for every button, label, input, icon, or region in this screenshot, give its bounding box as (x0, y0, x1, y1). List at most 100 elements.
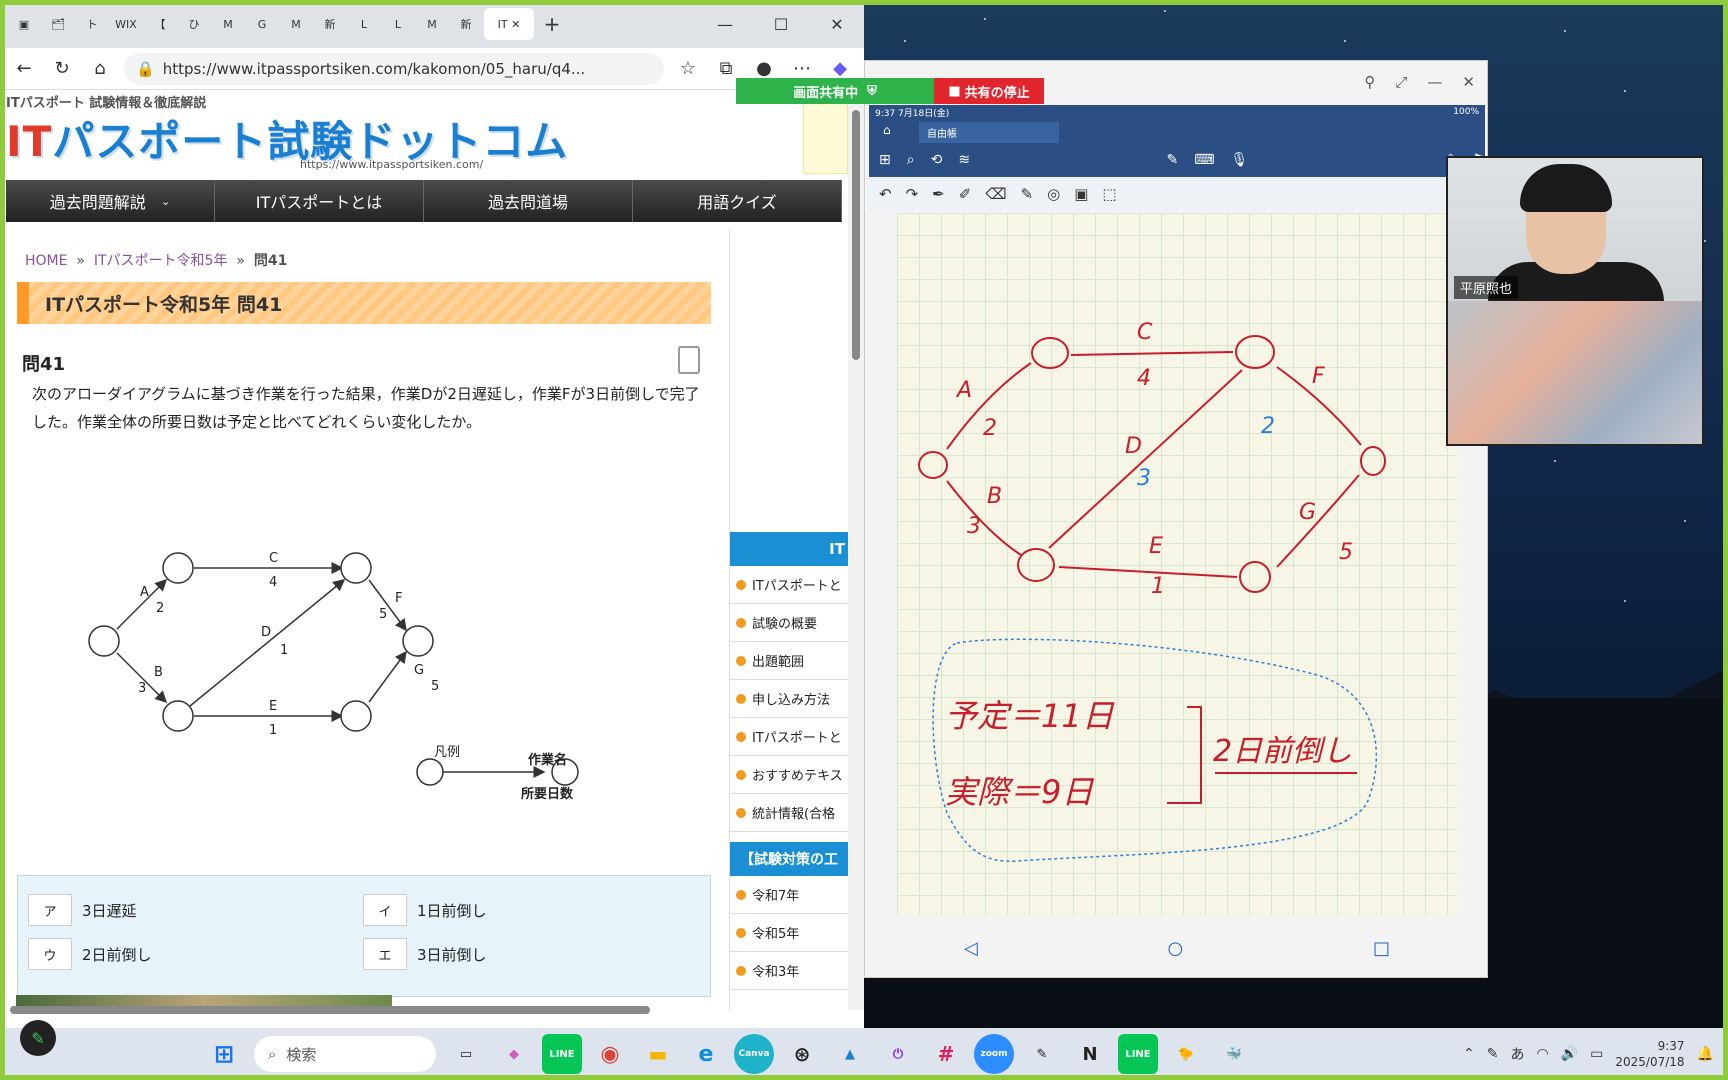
sidebar-item[interactable]: ITパスポートと (730, 718, 848, 756)
pen-tray-icon[interactable]: ✎ (1487, 1046, 1499, 1062)
start-button[interactable]: ⊞ (204, 1034, 244, 1074)
close-icon[interactable]: ✕ (1462, 73, 1475, 91)
browser-tab[interactable]: 【 (144, 8, 176, 40)
docker-icon[interactable]: 🐳 (1214, 1034, 1254, 1074)
ime-indicator[interactable]: あ (1511, 1044, 1525, 1064)
pen-icon[interactable]: ✒ (932, 185, 945, 203)
address-bar[interactable]: 🔒 https://www.itpassportsiken.com/kakomo… (124, 52, 664, 85)
favorites-icon[interactable]: ☆ (674, 58, 702, 79)
close-button[interactable]: ✕ (810, 15, 864, 34)
recents-icon[interactable]: □ (1373, 938, 1390, 959)
volume-icon[interactable]: 🔊 (1561, 1046, 1578, 1062)
marker-icon[interactable]: ✎ (1021, 185, 1034, 203)
copilot-icon[interactable]: ◆ (494, 1034, 534, 1074)
handwritten-note-canvas[interactable]: A 2 B 3 C 4 D E 1 F G 5 予定＝11日 実際＝9日 2日前… (897, 213, 1457, 915)
sidebar-item[interactable]: 令和7年 (730, 876, 848, 914)
breadcrumb-home[interactable]: HOME (25, 253, 67, 269)
mic-icon[interactable]: 🎙 (1230, 152, 1248, 168)
audio-icon[interactable]: ≋ (958, 152, 970, 168)
duck-app-icon[interactable]: 🐤 (1166, 1034, 1206, 1074)
app-icon[interactable]: ▲ (830, 1034, 870, 1074)
chatgpt-icon[interactable]: ⊛ (782, 1034, 822, 1074)
line-icon[interactable]: LINE (542, 1034, 582, 1074)
back-icon[interactable]: ◁ (964, 938, 978, 959)
browser-tab-active[interactable]: IT ✕ (484, 8, 534, 40)
pen-mode-icon[interactable]: ✎ (1167, 152, 1179, 168)
sidebar-item[interactable]: おすすめテキス (730, 756, 848, 794)
search-icon[interactable]: ⌕ (907, 152, 915, 168)
sidebar-item[interactable]: 出題範囲 (730, 642, 848, 680)
choice-c[interactable]: ウ 2日前倒し (28, 938, 152, 970)
battery-icon[interactable]: ▭ (1590, 1046, 1603, 1062)
browser-tab[interactable]: WIX (110, 8, 142, 40)
image-icon[interactable]: ▣ (1074, 185, 1088, 203)
home-icon[interactable]: ⌂ (86, 58, 114, 79)
pen-menu-button[interactable]: ✎ (20, 1020, 56, 1056)
clock[interactable]: 9:37 2025/07/18 (1615, 1038, 1684, 1070)
browser-tab[interactable]: ひ (178, 8, 210, 40)
home-icon[interactable]: ○ (1168, 938, 1184, 959)
copilot-icon[interactable]: ◆ (826, 58, 854, 79)
scrollbar-thumb[interactable] (852, 110, 860, 360)
breadcrumb-year[interactable]: ITパスポート令和5年 (94, 253, 228, 269)
line-icon[interactable]: LINE (1118, 1034, 1158, 1074)
back-icon[interactable]: ← (10, 58, 38, 79)
sidebar-item[interactable]: 試験の概要 (730, 604, 848, 642)
browser-tab[interactable]: M (280, 8, 312, 40)
new-tab-button[interactable]: + (536, 8, 568, 40)
grid-icon[interactable]: ⊞ (879, 152, 891, 168)
minimize-button[interactable]: — (1427, 73, 1442, 91)
sidebar-item[interactable]: 令和5年 (730, 914, 848, 952)
extensions-icon[interactable]: ⧉ (712, 58, 740, 79)
browser-tab[interactable]: L (348, 8, 380, 40)
canva-icon[interactable]: Canva (734, 1034, 774, 1074)
choice-a[interactable]: ア 3日遅延 (28, 894, 137, 926)
chevron-up-icon[interactable]: ⌃ (1463, 1046, 1475, 1062)
taskbar-search[interactable]: ⌕ 検索 (254, 1036, 436, 1072)
video-tile[interactable]: 平原照也 (1446, 156, 1704, 446)
pin-icon[interactable]: ⚲ (1364, 73, 1375, 91)
shape-icon[interactable]: ◎ (1047, 185, 1060, 203)
zoom-icon[interactable]: zoom (974, 1034, 1014, 1074)
nav-item-quiz[interactable]: 用語クイズ (633, 180, 842, 222)
more-menu-icon[interactable]: ⋯ (788, 58, 816, 79)
profile-avatar[interactable]: ● (750, 58, 778, 79)
file-explorer-icon[interactable]: ▬ (638, 1034, 678, 1074)
minimize-button[interactable]: — (698, 15, 752, 34)
browser-tab[interactable]: 新 (314, 8, 346, 40)
stop-sharing-button[interactable]: ■ 共有の停止 (934, 78, 1044, 104)
vertical-scrollbar[interactable] (848, 90, 864, 1010)
notifications-icon[interactable]: 🔔 (1697, 1046, 1714, 1062)
maximize-button[interactable]: ☐ (754, 15, 808, 34)
wifi-icon[interactable]: ◠ (1537, 1046, 1549, 1062)
horizontal-scrollbar[interactable] (10, 1006, 650, 1014)
browser-tab[interactable]: M (416, 8, 448, 40)
nav-item-dojo[interactable]: 過去問道場 (424, 180, 633, 222)
select-icon[interactable]: ⬚ (1102, 185, 1116, 203)
highlighter-icon[interactable]: ✐ (959, 185, 972, 203)
browser-tab[interactable]: 🗂 (42, 8, 74, 40)
sidebar-item[interactable]: 申し込み方法 (730, 680, 848, 718)
chrome-icon[interactable]: ◉ (590, 1034, 630, 1074)
sidebar-item[interactable]: ITパスポートと (730, 566, 848, 604)
slack-icon[interactable]: # (926, 1034, 966, 1074)
writing-app-icon[interactable]: ✎ (1022, 1034, 1062, 1074)
task-view-icon[interactable]: ▭ (446, 1034, 486, 1074)
calculator-icon[interactable] (678, 346, 700, 374)
lasso-icon[interactable]: ⟲ (931, 152, 943, 168)
sidebar-item[interactable]: 統計情報(合格 (730, 794, 848, 832)
choice-d[interactable]: エ 3日前倒し (363, 938, 487, 970)
browser-tab[interactable]: L (382, 8, 414, 40)
redo-icon[interactable]: ↷ (906, 185, 919, 203)
choice-b[interactable]: イ 1日前倒し (363, 894, 487, 926)
note-tab[interactable]: 自由帳 (919, 122, 1059, 143)
nav-item-kakomon[interactable]: 過去問題解説 ⌄ (6, 180, 215, 222)
browser-tab[interactable]: ト (76, 8, 108, 40)
edge-icon[interactable]: e (686, 1034, 726, 1074)
eraser-icon[interactable]: ⌫ (985, 185, 1006, 203)
browser-tab[interactable]: M (212, 8, 244, 40)
expand-icon[interactable]: ⤢ (1395, 73, 1407, 91)
refresh-icon[interactable]: ↻ (48, 58, 76, 79)
tab-actions-button[interactable]: ▣ (8, 8, 40, 40)
site-logo[interactable]: ITパスポート試験ドットコム (6, 108, 568, 169)
